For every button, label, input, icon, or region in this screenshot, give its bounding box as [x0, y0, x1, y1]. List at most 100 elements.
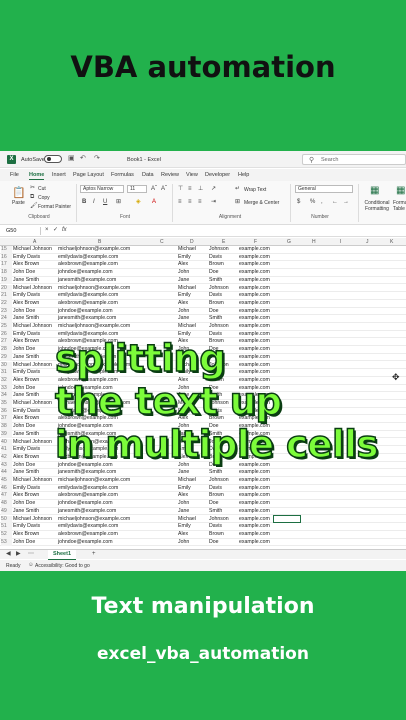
paste-button[interactable]: Paste [12, 200, 25, 206]
cell-email[interactable]: alexbrown@example.com [58, 531, 118, 538]
cell-domain[interactable]: example.com [239, 516, 270, 523]
tab-developer[interactable]: Developer [205, 172, 230, 178]
table-row[interactable]: 48 John Doe johndoe@example.com John Doe exam… [0, 500, 406, 508]
cell-first-name[interactable]: Jane [178, 469, 189, 476]
cell-email[interactable]: emilydavis@example.com [58, 485, 118, 492]
row-number[interactable]: 50 [1, 515, 12, 524]
cell-full-name[interactable]: Alex Brown [13, 261, 39, 268]
row-number[interactable]: 51 [1, 523, 12, 531]
row-number[interactable]: 32 [1, 376, 12, 385]
currency-icon[interactable]: $ [297, 199, 300, 206]
row-number[interactable]: 17 [1, 261, 12, 270]
cell-first-name[interactable]: Michael [178, 516, 196, 523]
cell-last-name[interactable]: Johnson [209, 285, 229, 292]
row-number[interactable]: 44 [1, 469, 12, 477]
function-icon[interactable]: fx [62, 227, 67, 233]
tab-help[interactable]: Help [238, 172, 249, 178]
table-row[interactable]: 23 John Doe johndoe@example.com John Doe exam… [0, 307, 406, 316]
autosave-toggle[interactable] [44, 155, 62, 163]
font-size-select[interactable]: 11 [127, 185, 147, 193]
cell-full-name[interactable]: Michael Johnson [13, 477, 52, 484]
cell-domain[interactable]: example.com [239, 285, 270, 292]
cell-last-name[interactable]: Doe [209, 269, 219, 276]
cancel-icon[interactable]: × [45, 227, 49, 234]
align-top-icon[interactable]: ⊤ [178, 186, 183, 193]
copy-icon[interactable]: ⧉ [30, 194, 34, 201]
cell-full-name[interactable]: John Doe [13, 462, 35, 469]
name-box[interactable]: G50 [3, 227, 41, 235]
cell-full-name[interactable]: Jane Smith [13, 277, 39, 284]
row-number[interactable]: 36 [1, 407, 12, 416]
row-number[interactable]: 39 [1, 430, 12, 439]
cell-first-name[interactable]: Jane [178, 315, 189, 322]
table-row[interactable]: 45 Michael Johnson michaeljohnson@example.… [0, 477, 406, 485]
format-painter-icon[interactable]: 🖌 [30, 203, 38, 210]
cell-domain[interactable]: example.com [239, 508, 270, 515]
orientation-icon[interactable]: ↗ [211, 186, 216, 193]
row-number[interactable]: 30 [1, 361, 12, 370]
cell-full-name[interactable]: Michael Johnson [13, 400, 52, 407]
font-color-icon[interactable]: A [152, 199, 156, 206]
cut-button[interactable]: Cut [38, 186, 46, 192]
cell-first-name[interactable]: Emily [178, 523, 191, 530]
cell-first-name[interactable]: Michael [178, 477, 196, 484]
row-number[interactable]: 46 [1, 484, 12, 493]
decrease-font-icon[interactable]: Aˇ [161, 186, 167, 193]
cell-full-name[interactable]: John Doe [13, 423, 35, 430]
column-header-d[interactable]: D [190, 239, 194, 245]
column-header-k[interactable]: K [390, 239, 393, 245]
row-number[interactable]: 16 [1, 253, 12, 262]
percent-icon[interactable]: % [310, 199, 315, 206]
save-icon[interactable]: ▣ [68, 155, 75, 163]
cell-first-name[interactable]: Jane [178, 508, 189, 515]
cell-email[interactable]: janesmith@example.com [58, 315, 116, 322]
cell-full-name[interactable]: Michael Johnson [13, 285, 52, 292]
column-header-c[interactable]: C [160, 239, 164, 245]
cell-full-name[interactable]: Alex Brown [13, 377, 39, 384]
cell-domain[interactable]: example.com [239, 292, 270, 299]
cell-domain[interactable]: example.com [239, 300, 270, 307]
table-row[interactable]: 50 Michael Johnson michaeljohnson@example.… [0, 514, 406, 524]
row-number[interactable]: 53 [1, 538, 12, 547]
cell-email[interactable]: emilydavis@example.com [58, 292, 118, 299]
align-bottom-icon[interactable]: ⊥ [198, 186, 203, 193]
cell-domain[interactable]: example.com [239, 269, 270, 276]
table-row[interactable]: 22 Alex Brown alexbrown@example.com Alex Bro… [0, 299, 406, 308]
enter-icon[interactable]: ✓ [53, 227, 58, 234]
cell-full-name[interactable]: John Doe [13, 500, 35, 507]
copy-button[interactable]: Copy [38, 195, 50, 201]
cell-full-name[interactable]: John Doe [13, 539, 35, 546]
increase-font-icon[interactable]: Aˆ [151, 186, 157, 193]
align-center-icon[interactable]: ≡ [188, 199, 192, 206]
row-number[interactable]: 28 [1, 346, 12, 354]
tab-insert[interactable]: Insert [52, 172, 66, 178]
cell-email[interactable]: michaeljohnson@example.com [58, 516, 130, 523]
cell-last-name[interactable]: Davis [209, 485, 222, 492]
increase-decimal-icon[interactable]: ← [332, 199, 338, 206]
conditional-formatting-icon[interactable]: ▦ [370, 185, 379, 196]
cell-email[interactable]: michaeljohnson@example.com [58, 246, 130, 253]
cell-full-name[interactable]: Michael Johnson [13, 323, 52, 330]
cell-email[interactable]: johndoe@example.com [58, 269, 113, 276]
cell-first-name[interactable]: Emily [178, 292, 191, 299]
table-row[interactable]: 51 Emily Davis emilydavis@example.com Emily… [0, 523, 406, 531]
cell-email[interactable]: johndoe@example.com [58, 539, 113, 546]
cell-full-name[interactable]: Jane Smith [13, 508, 39, 515]
row-number[interactable]: 22 [1, 299, 12, 308]
cell-last-name[interactable]: Brown [209, 492, 224, 499]
tab-file[interactable]: File [10, 172, 19, 178]
tab-home[interactable]: Home [29, 172, 45, 180]
cell-full-name[interactable]: Alex Brown [13, 531, 39, 538]
undo-icon[interactable]: ↶ [80, 155, 86, 163]
format-as-table-button[interactable]: Format as Table [393, 200, 406, 212]
cell-full-name[interactable]: John Doe [13, 346, 35, 353]
cell-first-name[interactable]: Alex [178, 300, 188, 307]
cell-last-name[interactable]: Johnson [209, 323, 229, 330]
table-row[interactable]: 53 John Doe johndoe@example.com John Doe exam… [0, 538, 406, 547]
cell-domain[interactable]: example.com [239, 539, 270, 546]
cell-first-name[interactable]: John [178, 500, 189, 507]
row-number[interactable]: 45 [1, 477, 12, 485]
cell-full-name[interactable]: John Doe [13, 308, 35, 315]
table-row[interactable]: 15 Michael Johnson michaeljohnson@example.… [0, 246, 406, 254]
cell-domain[interactable]: example.com [239, 308, 270, 315]
